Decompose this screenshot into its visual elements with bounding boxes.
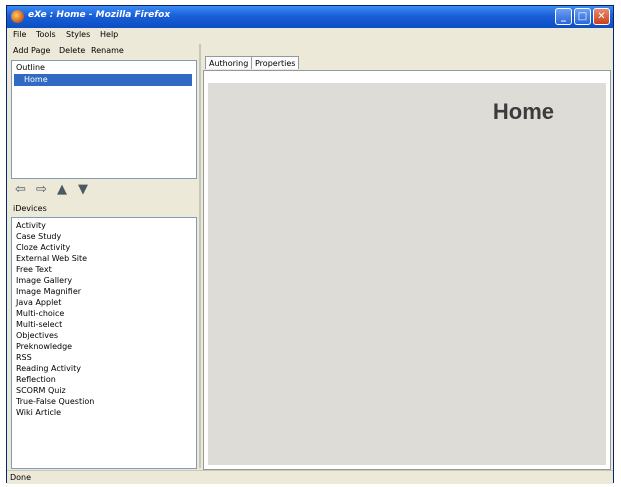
outline-toolbar: Add Page Delete Rename [11,44,197,59]
idevice-item[interactable]: Multi-select [16,319,196,330]
idevice-item[interactable]: Java Applet [16,297,196,308]
move-down-arrow-icon[interactable]: ▼ [78,182,88,197]
demote-arrow-icon[interactable]: ⇨ [36,182,47,197]
menu-file[interactable]: File [13,30,26,39]
status-text: Done [10,473,32,482]
idevice-item[interactable]: True-False Question [16,396,196,407]
outline-arrows: ⇦ ⇨ ▲ ▼ [11,180,197,202]
minimize-button[interactable]: _ [555,8,572,25]
idevice-item[interactable]: Multi-choice [16,308,196,319]
left-pane: Add Page Delete Rename Outline Home ⇦ ⇨ … [11,44,197,469]
status-bar: Done [7,470,613,484]
page-title: Home [492,99,554,124]
add-page-button[interactable]: Add Page [13,46,50,55]
idevice-item[interactable]: Reading Activity [16,363,196,374]
outline-item-label: Home [24,75,48,84]
authoring-frame: Home [203,70,611,470]
right-pane: Authoring Properties Home [203,56,611,470]
idevice-item[interactable]: Image Gallery [16,275,196,286]
page-content: Home [208,83,606,465]
pane-splitter[interactable] [199,44,201,468]
outline-item-home[interactable]: Home [14,74,192,86]
title-bar: eXe : Home - Mozilla Firefox _ □ ✕ [7,6,613,28]
idevice-item[interactable]: Wiki Article [16,407,196,418]
menu-styles[interactable]: Styles [66,30,90,39]
tab-authoring[interactable]: Authoring [205,56,253,69]
idevices-list: Activity Case Study Cloze Activity External… [11,217,197,469]
idevice-item[interactable]: Reflection [16,374,196,385]
browser-window: eXe : Home - Mozilla Firefox _ □ ✕ File … [6,5,614,484]
idevices-header: iDevices [13,204,47,213]
move-up-arrow-icon[interactable]: ▲ [57,182,67,197]
maximize-button[interactable]: □ [574,8,591,25]
idevice-item[interactable]: Activity [16,220,196,231]
promote-arrow-icon[interactable]: ⇦ [15,182,26,197]
idevice-item[interactable]: External Web Site [16,253,196,264]
firefox-icon [11,10,24,23]
menu-help[interactable]: Help [100,30,118,39]
outline-tree: Outline Home [11,60,197,179]
idevice-item[interactable]: Cloze Activity [16,242,196,253]
delete-button[interactable]: Delete [59,46,85,55]
idevice-item[interactable]: RSS [16,352,196,363]
tab-properties[interactable]: Properties [251,56,300,69]
close-button[interactable]: ✕ [593,8,610,25]
idevice-item[interactable]: Image Magnifier [16,286,196,297]
idevice-item[interactable]: Preknowledge [16,341,196,352]
window-title: eXe : Home - Mozilla Firefox [28,10,171,20]
rename-button[interactable]: Rename [91,46,124,55]
idevice-item[interactable]: Free Text [16,264,196,275]
idevice-item[interactable]: SCORM Quiz [16,385,196,396]
menu-tools[interactable]: Tools [36,30,56,39]
idevice-item[interactable]: Case Study [16,231,196,242]
menu-bar: File Tools Styles Help [7,28,613,43]
idevice-item[interactable]: Objectives [16,330,196,341]
outline-header: Outline [16,63,45,72]
